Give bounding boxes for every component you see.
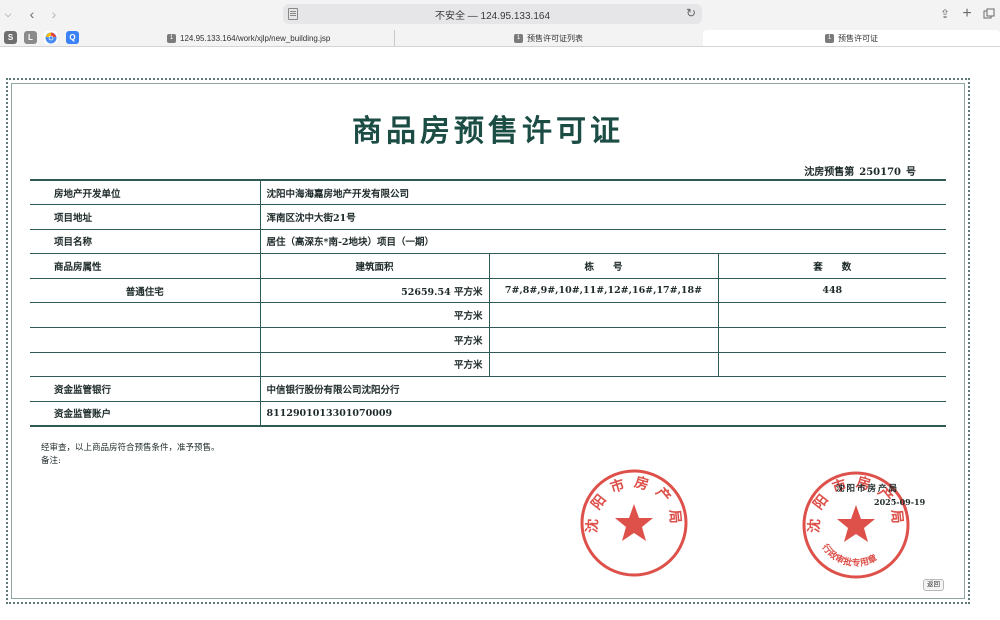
table-row: 房地产开发单位 沈阳中海海嘉房地产开发有限公司 [30,179,946,206]
certificate-number: 沈房预售第 250170 号 [799,163,916,178]
header-area: 建筑面积 [259,253,489,279]
permit-table: 房地产开发单位 沈阳中海海嘉房地产开发有限公司 项目地址 浑南区沈中大街21号 … [30,179,946,427]
row-units [717,302,946,329]
table-row: 资金监管账户 8112901013301070009 [30,400,946,427]
row-area: 平方米 [259,327,489,353]
table-row: 普通住宅 52659.54 平方米 7#,8#,9#,10#,11#,12#,1… [30,277,946,304]
seal-2-bottom-text: 行政审批专用章 [819,541,879,569]
share-icon[interactable]: ⇪ [935,4,955,24]
back-button[interactable]: 返回 [923,579,944,591]
remark-label: 备注: [41,456,61,466]
tab-label: 预售许可证列表 [527,33,583,43]
forward-arrow-icon[interactable]: › [44,4,64,24]
address-text: 不安全 — 124.95.133.164 [434,10,551,22]
row-buildings [488,302,718,329]
favorite-q[interactable]: Q [66,31,79,44]
row-units [717,351,946,378]
table-row: 项目地址 浑南区沈中大街21号 [30,204,946,230]
official-seal-1: 沈阳市房产局 [580,469,688,577]
account-label: 资金监管账户 [30,400,260,427]
issuing-office: 沈阳市房产局 [836,484,900,494]
row-buildings: 7#,8#,9#,10#,11#,12#,16#,17#,18# [488,277,718,304]
row-attribute [30,351,260,378]
table-header-row: 商品房属性 建筑面积 栋 号 套 数 [30,253,946,279]
tab-label: 预售许可证 [838,33,878,43]
approval-note: 经审查，以上商品房符合预售条件，准予预售。 [41,443,220,453]
row-area: 52659.54 平方米 [259,277,489,304]
address-label: 项目地址 [30,204,260,230]
row-units: 448 [717,277,946,304]
tab-strip: S L Q 1 124.95.133.164/work/xjlp/new_bui… [0,29,1000,47]
project-value: 居住（高深东*南-2地块）项目（一期） [259,228,946,255]
table-row: 平方米 [30,302,946,329]
row-buildings [488,327,718,353]
svg-text:行政审批专用章: 行政审批专用章 [819,541,879,569]
table-row: 平方米 [30,351,946,378]
reload-icon[interactable]: ↻ [686,6,696,20]
tab-presale-list[interactable]: 1 预售许可证列表 [394,30,702,46]
favorite-s[interactable]: S [4,31,17,44]
certificate: 商品房预售许可证 沈房预售第 250170 号 房地产开发单位 沈阳中海海嘉房地产开… [6,78,970,604]
tab-favicon: 1 [167,33,176,43]
table-row: 资金监管银行 中信银行股份有限公司沈阳分行 [30,376,946,402]
developer-label: 房地产开发单位 [30,179,260,206]
header-units: 套 数 [717,253,946,279]
back-arrow-icon[interactable]: ‹ [22,4,42,24]
account-value: 8112901013301070009 [259,400,946,427]
row-attribute: 普通住宅 [30,277,260,304]
browser-toolbar: ⌵ ‹ › 不安全 — 124.95.133.164 ↻ ⇪ + [0,0,1000,28]
tab-label: 124.95.133.164/work/xjlp/new_building.js… [180,33,331,43]
address-value: 浑南区沈中大街21号 [259,204,946,230]
row-area: 平方米 [259,351,489,378]
tab-overview-icon[interactable]: ⌵ [2,4,14,24]
tab-favicon: 1 [514,33,523,43]
number-suffix: 号 [906,167,916,178]
tab-presale-permit[interactable]: 1 预售许可证 [703,30,1000,46]
number-prefix: 沈房预售第 [804,167,855,178]
number-value: 250170 [859,167,901,178]
bank-value: 中信银行股份有限公司沈阳分行 [259,376,946,402]
row-attribute [30,327,260,353]
row-area: 平方米 [259,302,489,329]
certificate-title: 商品房预售许可证 [352,114,624,149]
issue-date: 2025-09-19 [874,497,926,507]
table-row: 项目名称 居住（高深东*南-2地块）项目（一期） [30,228,946,255]
developer-value: 沈阳中海海嘉房地产开发有限公司 [259,179,946,206]
bank-label: 资金监管银行 [30,376,260,402]
tab-overview-grid-icon[interactable] [979,4,999,24]
address-bar[interactable]: 不安全 — 124.95.133.164 ↻ [283,4,702,24]
favorite-chrome[interactable] [44,31,57,44]
table-row: 平方米 [30,327,946,353]
header-attribute: 商品房属性 [30,253,260,279]
favorite-l[interactable]: L [24,31,37,44]
approval-note-block: 经审查，以上商品房符合预售条件，准予预售。 备注: [41,442,220,468]
tab-new-building[interactable]: 1 124.95.133.164/work/xjlp/new_building.… [161,30,393,46]
page-settings-icon[interactable] [288,8,298,20]
row-buildings [488,351,718,378]
row-attribute [30,302,260,329]
tab-favicon: 1 [825,33,834,43]
row-units [717,327,946,353]
browser-chrome: ⌵ ‹ › 不安全 — 124.95.133.164 ↻ ⇪ + S L Q 1… [0,0,1000,47]
new-tab-icon[interactable]: + [957,4,977,24]
header-building: 栋 号 [488,253,718,279]
project-label: 项目名称 [30,228,260,255]
